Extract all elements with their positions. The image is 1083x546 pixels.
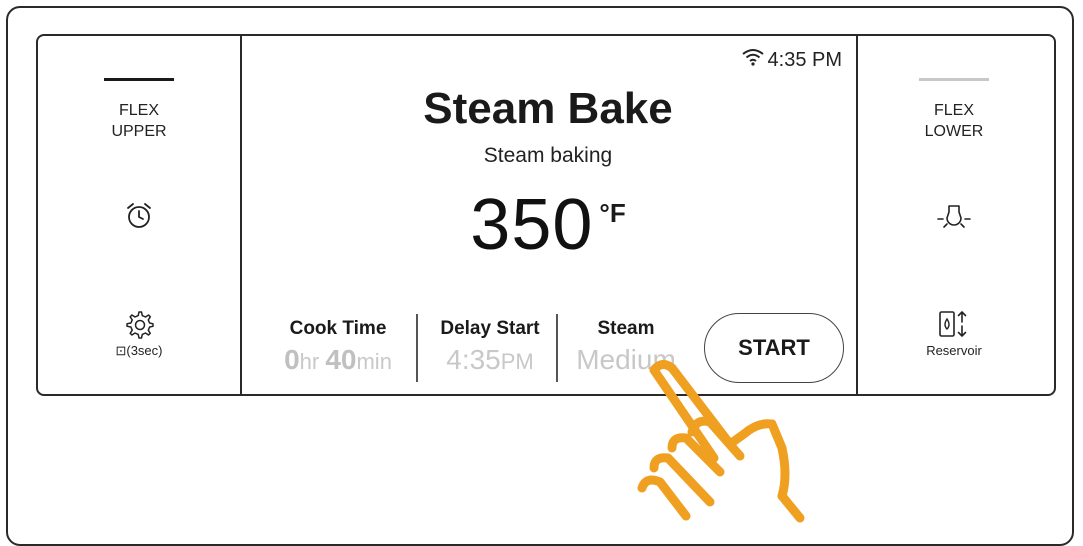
cook-time-option[interactable]: Cook Time 0hr 40min xyxy=(258,318,418,376)
flex-upper-panel[interactable]: FLEX UPPER ⊡(3sec) xyxy=(38,36,240,394)
gear-icon[interactable] xyxy=(124,309,154,344)
flex-upper-indicator xyxy=(104,78,174,81)
mode-title: Steam Bake xyxy=(423,84,673,133)
temperature-unit: °F xyxy=(599,198,626,228)
pointing-hand-icon xyxy=(632,356,822,531)
clock-time: 4:35 PM xyxy=(767,48,842,71)
option-separator xyxy=(556,314,558,382)
alarm-clock-icon[interactable] xyxy=(124,201,154,236)
oven-light-icon[interactable] xyxy=(936,202,972,237)
water-reservoir-icon[interactable] xyxy=(937,309,971,344)
temperature-display[interactable]: 350 °F xyxy=(240,184,856,266)
delay-start-value: 4:35PM xyxy=(446,344,534,375)
control-panel-display: FLEX UPPER ⊡(3sec) 4:35 PM Steam Bake St… xyxy=(36,34,1056,396)
flex-upper-label: FLEX UPPER xyxy=(111,102,167,140)
delay-start-label: Delay Start xyxy=(440,318,540,339)
lock-caption: ⊡(3sec) xyxy=(115,343,163,358)
mode-subtitle: Steam baking xyxy=(483,144,613,167)
cook-time-label: Cook Time xyxy=(289,318,387,339)
temperature-value: 350 xyxy=(470,185,594,265)
delay-start-option[interactable]: Delay Start 4:35PM xyxy=(426,318,554,376)
flex-lower-panel[interactable]: FLEX LOWER Reservoir xyxy=(854,36,1054,394)
status-bar: 4:35 PM xyxy=(741,48,842,72)
option-separator xyxy=(416,314,418,382)
steam-label: Steam xyxy=(597,318,655,339)
flex-lower-label: FLEX LOWER xyxy=(924,102,984,140)
reservoir-label: Reservoir xyxy=(926,343,982,358)
cook-time-value: 0hr 40min xyxy=(284,344,392,375)
flex-lower-indicator xyxy=(919,78,989,81)
wifi-icon xyxy=(741,48,764,72)
